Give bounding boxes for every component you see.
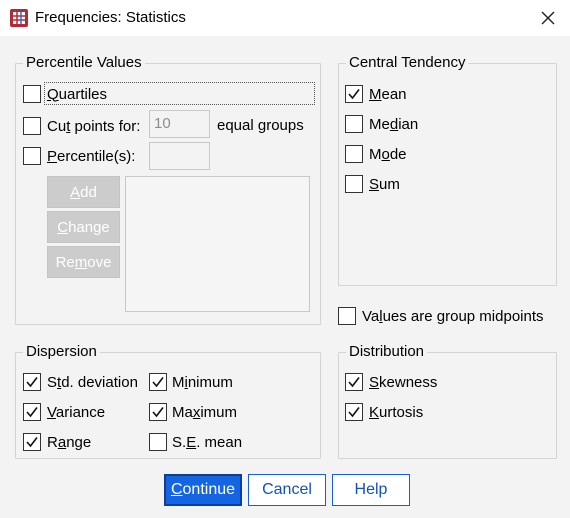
add-button[interactable]: Add (47, 176, 120, 208)
help-button[interactable]: Help (332, 474, 410, 506)
range-checkbox[interactable] (23, 433, 41, 451)
std-deviation-label: Std. deviation (47, 373, 138, 391)
checkmark-icon (348, 89, 360, 100)
title-bar: Frequencies: Statistics (0, 0, 570, 36)
variance-label: Variance (47, 403, 106, 421)
close-icon (541, 11, 555, 25)
change-button[interactable]: Change (47, 211, 120, 243)
skewness-checkbox[interactable] (345, 373, 363, 391)
skewness-label: Skewness (369, 373, 438, 391)
minimum-checkbox[interactable] (149, 373, 167, 391)
percentiles-checkbox-row[interactable]: Percentile(s): (23, 145, 135, 167)
quartiles-checkbox-row[interactable]: Quartiles (23, 83, 107, 105)
range-label: Range (47, 433, 92, 451)
group-midpoints-label: Values are group midpoints (362, 307, 544, 325)
checkmark-icon (348, 407, 360, 418)
checkmark-icon (152, 377, 164, 388)
median-checkbox-row[interactable]: Median (345, 113, 418, 135)
remove-button[interactable]: Re m ove (47, 246, 120, 278)
cut-points-input[interactable]: 10 (149, 110, 210, 138)
percentiles-checkbox[interactable] (23, 147, 41, 165)
cut-points-checkbox[interactable] (23, 117, 41, 135)
se-mean-checkbox-row[interactable]: S.E. mean (149, 431, 242, 453)
kurtosis-checkbox-row[interactable]: Kurtosis (345, 401, 423, 423)
group-midpoints-checkbox[interactable] (338, 307, 356, 325)
distribution-title: Distribution (346, 343, 428, 361)
checkmark-icon (152, 407, 164, 418)
mode-checkbox-row[interactable]: Mode (345, 143, 407, 165)
minimum-label: Minimum (172, 373, 233, 391)
group-midpoints-checkbox-row[interactable]: Values are group midpoints (338, 305, 544, 327)
mode-label: Mode (369, 145, 407, 163)
sum-label: Sum (369, 175, 400, 193)
std-deviation-checkbox[interactable] (23, 373, 41, 391)
checkmark-icon (26, 377, 38, 388)
mode-checkbox[interactable] (345, 145, 363, 163)
checkmark-icon (26, 437, 38, 448)
cancel-button[interactable]: Cancel (248, 474, 326, 506)
variance-checkbox-row[interactable]: Variance (23, 401, 105, 423)
percentile-values-title: Percentile Values (23, 54, 145, 72)
percentiles-listbox[interactable] (125, 176, 310, 312)
mean-checkbox[interactable] (345, 85, 363, 103)
cut-points-label: Cut points for: (47, 117, 141, 135)
skewness-checkbox-row[interactable]: Skewness (345, 371, 437, 393)
maximum-label: Maximum (172, 403, 238, 421)
quartiles-checkbox[interactable] (23, 85, 41, 103)
dispersion-title: Dispersion (23, 343, 100, 361)
app-table-icon (10, 9, 28, 27)
variance-checkbox[interactable] (23, 403, 41, 421)
median-checkbox[interactable] (345, 115, 363, 133)
checkmark-icon (348, 377, 360, 388)
kurtosis-checkbox[interactable] (345, 403, 363, 421)
se-mean-label: S.E. mean (172, 433, 243, 451)
checkmark-icon (26, 407, 38, 418)
sum-checkbox[interactable] (345, 175, 363, 193)
central-tendency-title: Central Tendency (346, 54, 469, 72)
continue-button[interactable]: Continue (164, 474, 242, 506)
median-label: Median (369, 115, 419, 133)
sum-checkbox-row[interactable]: Sum (345, 173, 400, 195)
std-deviation-checkbox-row[interactable]: Std. deviation (23, 371, 138, 393)
minimum-checkbox-row[interactable]: Minimum (149, 371, 233, 393)
close-button[interactable] (526, 0, 570, 36)
quartiles-label: Quartiles (47, 85, 108, 103)
percentiles-input[interactable] (149, 142, 210, 170)
window-title: Frequencies: Statistics (35, 9, 186, 26)
mean-checkbox-row[interactable]: Mean (345, 83, 407, 105)
percentiles-label: Percentile(s): (47, 147, 136, 165)
range-checkbox-row[interactable]: Range (23, 431, 91, 453)
cut-points-checkbox-row[interactable]: Cut points for: (23, 115, 140, 137)
se-mean-checkbox[interactable] (149, 433, 167, 451)
maximum-checkbox-row[interactable]: Maximum (149, 401, 237, 423)
kurtosis-label: Kurtosis (369, 403, 424, 421)
mean-label: Mean (369, 85, 407, 103)
equal-groups-label: equal groups (217, 117, 304, 134)
maximum-checkbox[interactable] (149, 403, 167, 421)
